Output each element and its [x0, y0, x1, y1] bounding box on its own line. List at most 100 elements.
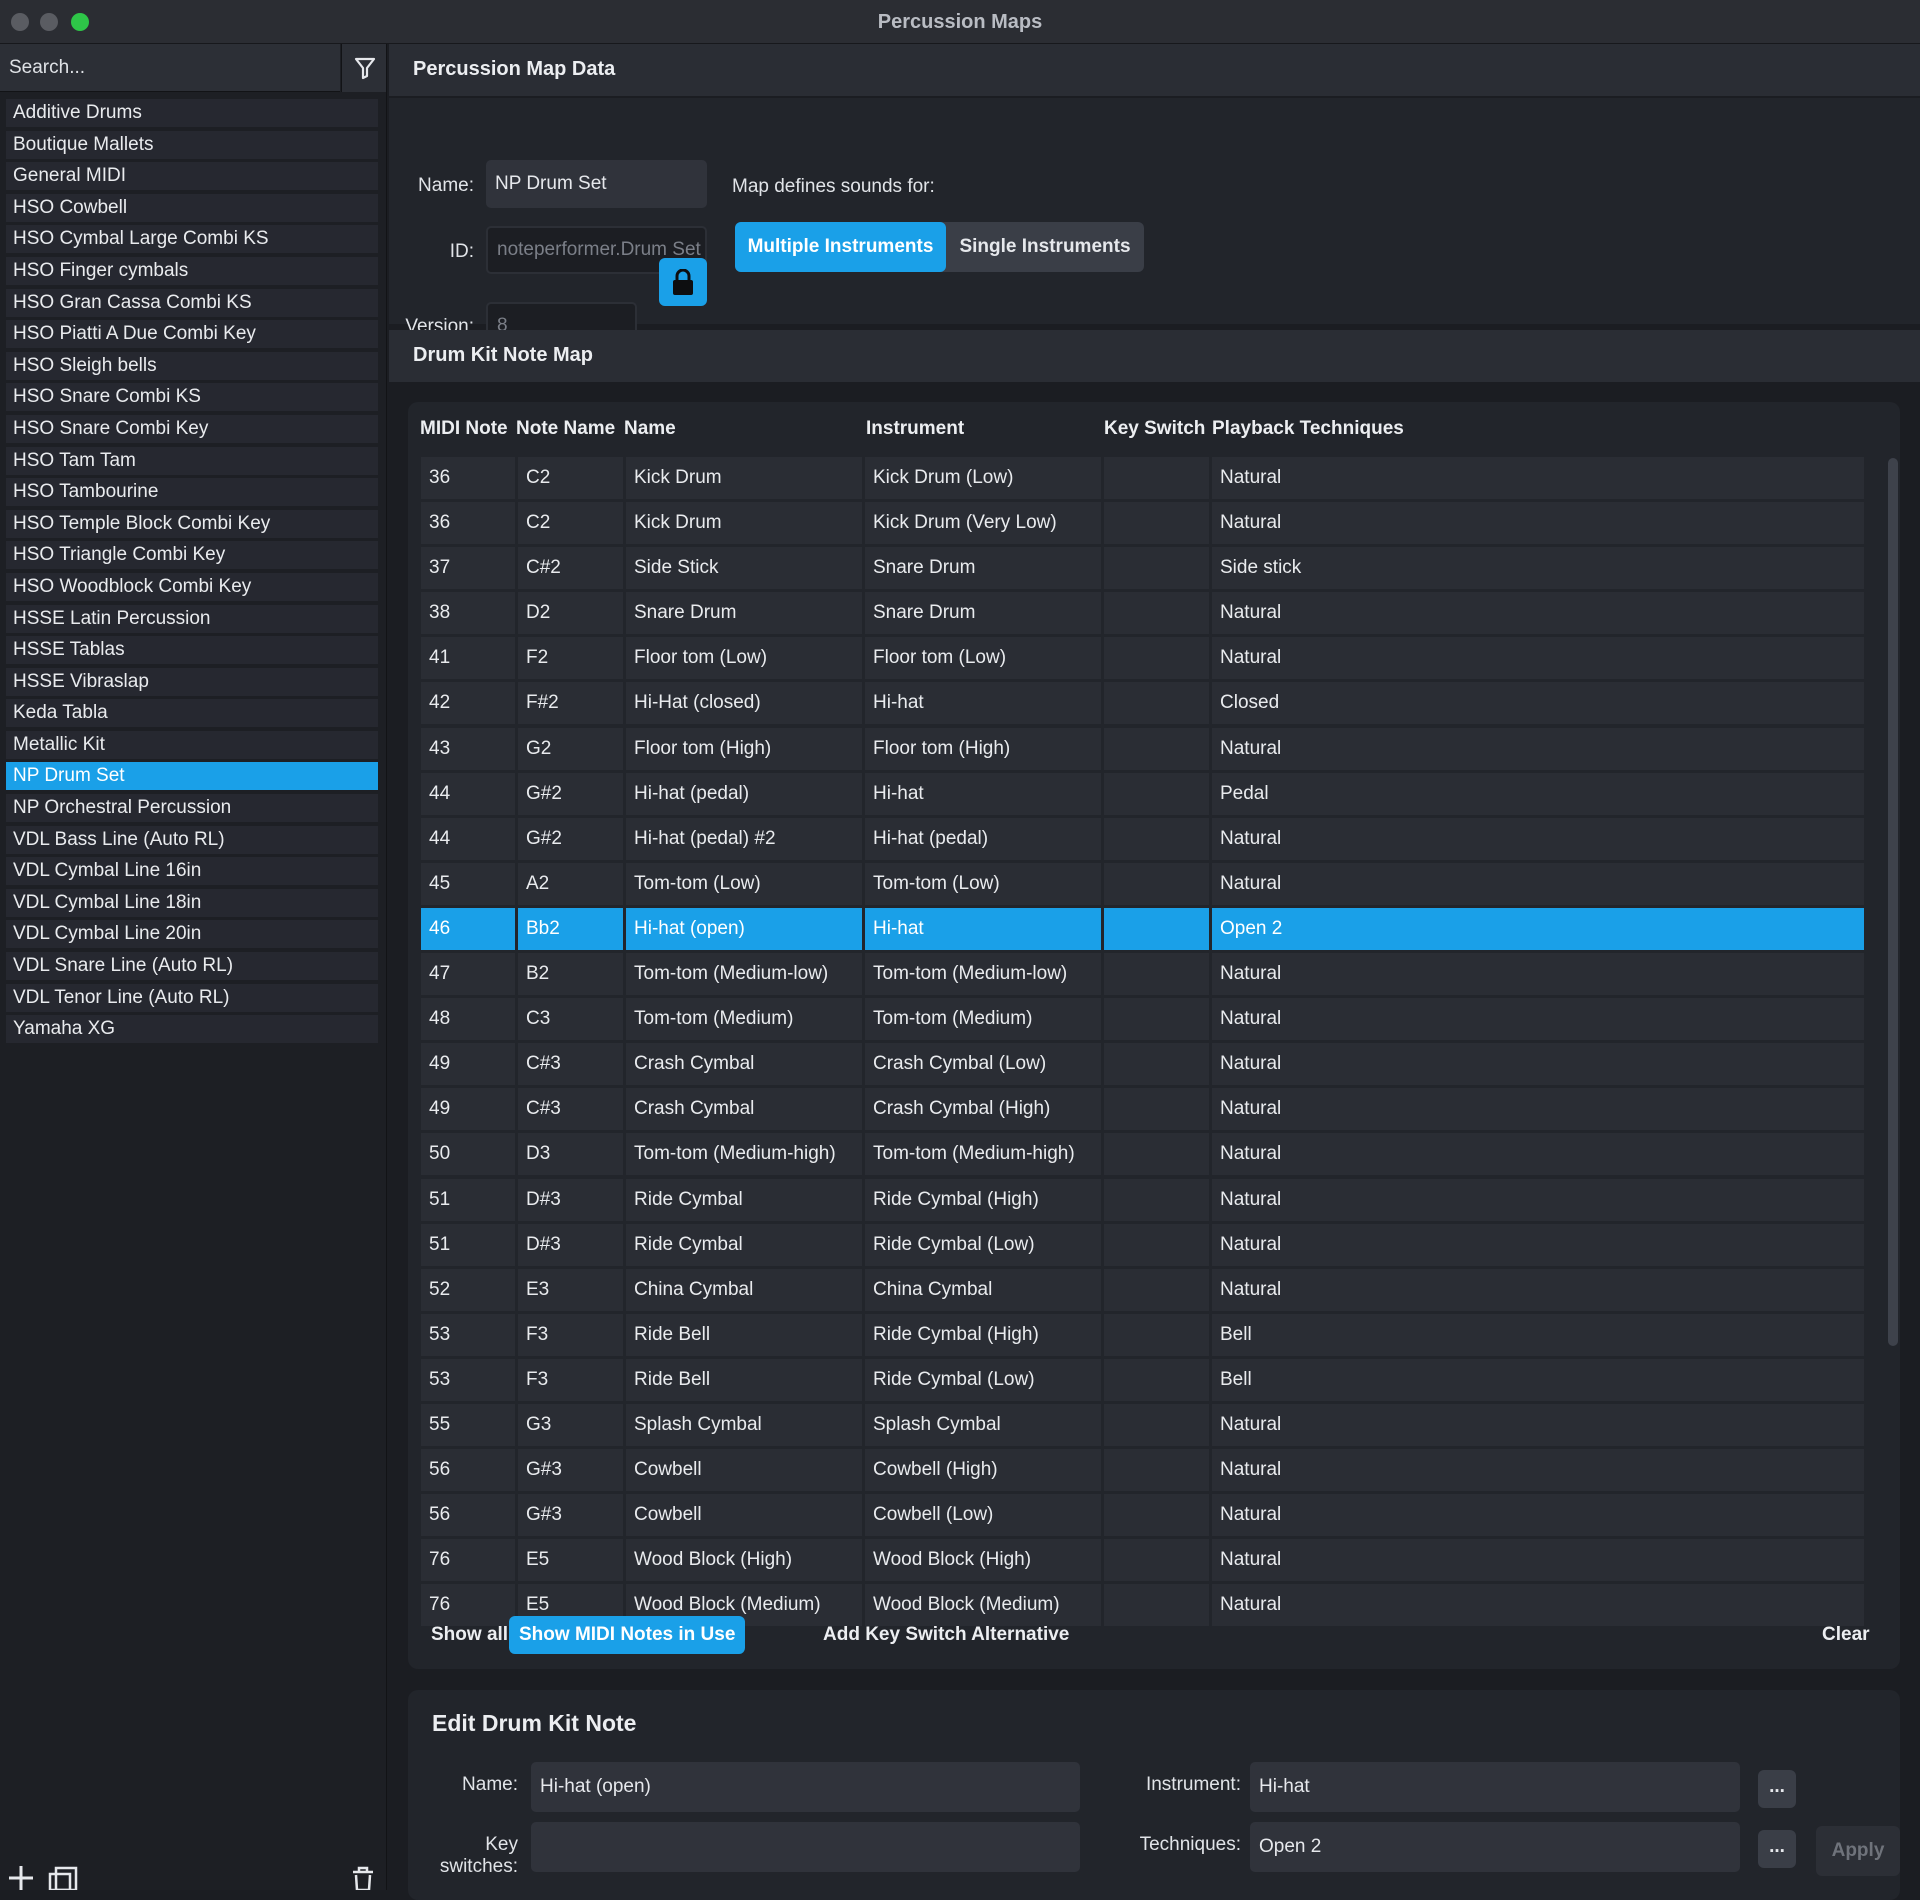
map-list-item[interactable]: HSO Sleigh bells [6, 351, 378, 380]
map-list-item[interactable]: VDL Tenor Line (Auto RL) [6, 983, 378, 1012]
clear-button[interactable]: Clear [1812, 1616, 1880, 1654]
add-key-switch-button[interactable]: Add Key Switch Alternative [813, 1616, 1079, 1654]
show-all-button[interactable]: Show all [421, 1616, 518, 1654]
search-input[interactable]: Search... [0, 44, 340, 92]
map-list-item[interactable]: HSO Tam Tam [6, 446, 378, 475]
map-list-item[interactable]: VDL Cymbal Line 20in [6, 920, 378, 949]
add-icon[interactable] [8, 1866, 34, 1890]
table-row[interactable]: 53 F3 Ride Bell Ride Cymbal (Low) Bell [421, 1358, 1864, 1401]
column-header[interactable]: Playback Techniques [1212, 418, 1404, 440]
map-list-item[interactable]: NP Orchestral Percussion [6, 794, 378, 823]
table-row[interactable]: 53 F3 Ride Bell Ride Cymbal (High) Bell [421, 1313, 1864, 1356]
table-row[interactable]: 51 D#3 Ride Cymbal Ride Cymbal (High) Natura… [421, 1178, 1864, 1221]
table-row[interactable]: 42 F#2 Hi-Hat (closed) Hi-hat Closed [421, 682, 1864, 725]
table-row[interactable]: 36 C2 Kick Drum Kick Drum (Very Low) Natural [421, 502, 1864, 545]
filter-button[interactable] [341, 44, 386, 92]
table-row[interactable]: 49 C#3 Crash Cymbal Crash Cymbal (High) Natu… [421, 1088, 1864, 1131]
column-header[interactable]: Key Switch [1104, 418, 1205, 440]
map-list-item[interactable]: HSSE Latin Percussion [6, 604, 378, 633]
map-list-item[interactable]: HSO Woodblock Combi Key [6, 572, 378, 601]
map-list-item[interactable]: VDL Bass Line (Auto RL) [6, 825, 378, 854]
table-row[interactable]: 37 C#2 Side Stick Snare Drum Side stick [421, 547, 1864, 590]
map-list-item[interactable]: HSO Snare Combi KS [6, 383, 378, 412]
map-list-item[interactable]: Keda Tabla [6, 699, 378, 728]
table-row[interactable]: 44 G#2 Hi-hat (pedal) #2 Hi-hat (pedal) Natu… [421, 817, 1864, 860]
map-list-item[interactable]: Yamaha XG [6, 1015, 378, 1044]
table-cell: 76 [421, 1539, 515, 1582]
id-label: ID: [449, 241, 474, 262]
column-header[interactable]: Name [624, 418, 676, 440]
column-header[interactable]: Note Name [516, 418, 615, 440]
map-list-item[interactable]: HSSE Vibraslap [6, 667, 378, 696]
table-row[interactable]: 50 D3 Tom-tom (Medium-high) Tom-tom (Medium… [421, 1133, 1864, 1176]
instrument-browse-button[interactable]: ... [1758, 1770, 1796, 1808]
techniques-field[interactable]: Open 2 [1250, 1822, 1740, 1872]
drum-kit-note-map-header: Drum Kit Note Map [389, 330, 1920, 382]
table-cell [1104, 1313, 1209, 1356]
map-list-item[interactable]: HSO Cowbell [6, 193, 378, 222]
map-list-item[interactable]: Boutique Mallets [6, 130, 378, 159]
table-row[interactable]: 36 C2 Kick Drum Kick Drum (Low) Natural [421, 457, 1864, 499]
table-row[interactable]: 48 C3 Tom-tom (Medium) Tom-tom (Medium) Natu… [421, 998, 1864, 1041]
table-cell [1104, 727, 1209, 770]
duplicate-icon[interactable] [48, 1866, 78, 1890]
table-row[interactable]: 46 Bb2 Hi-hat (open) Hi-hat Open 2 [421, 907, 1864, 950]
map-name-field[interactable]: NP Drum Set [486, 160, 707, 208]
map-list-item[interactable]: HSO Piatti A Due Combi Key [6, 320, 378, 349]
table-cell: C#2 [518, 547, 623, 590]
table-cell [1104, 682, 1209, 725]
table-row[interactable]: 56 G#3 Cowbell Cowbell (Low) Natural [421, 1494, 1864, 1537]
map-list-item[interactable]: HSO Gran Cassa Combi KS [6, 288, 378, 317]
table-cell [1104, 907, 1209, 950]
map-list-item[interactable]: HSO Temple Block Combi Key [6, 509, 378, 538]
table-cell [1104, 547, 1209, 590]
table-row[interactable]: 55 G3 Splash Cymbal Splash Cymbal Natural [421, 1403, 1864, 1446]
filter-icon [354, 57, 376, 80]
table-row[interactable]: 52 E3 China Cymbal China Cymbal Natural [421, 1268, 1864, 1311]
table-cell: Bell [1212, 1313, 1864, 1356]
column-header[interactable]: Instrument [866, 418, 964, 440]
note-name-label: Name: [462, 1774, 518, 1795]
multiple-instruments-button[interactable]: Multiple Instruments [735, 222, 946, 272]
table-cell: G#2 [518, 817, 623, 860]
table-row[interactable]: 43 G2 Floor tom (High) Floor tom (High) Natu… [421, 727, 1864, 770]
table-cell [1104, 1403, 1209, 1446]
table-cell: Natural [1212, 637, 1864, 680]
table-cell: B2 [518, 953, 623, 996]
table-cell: 41 [421, 637, 515, 680]
map-list-item[interactable]: VDL Cymbal Line 16in [6, 857, 378, 886]
table-row[interactable]: 76 E5 Wood Block (High) Wood Block (High) Na… [421, 1539, 1864, 1582]
map-list-item[interactable]: VDL Cymbal Line 18in [6, 888, 378, 917]
table-row[interactable]: 44 G#2 Hi-hat (pedal) Hi-hat Pedal [421, 772, 1864, 815]
show-midi-notes-in-use-button[interactable]: Show MIDI Notes in Use [509, 1616, 746, 1654]
map-list-item[interactable]: Metallic Kit [6, 730, 378, 759]
search-placeholder: Search... [9, 57, 86, 78]
table-row[interactable]: 51 D#3 Ride Cymbal Ride Cymbal (Low) Natural [421, 1223, 1864, 1266]
map-list-item[interactable]: NP Drum Set [6, 762, 378, 791]
table-scrollbar[interactable] [1888, 458, 1898, 1346]
table-row[interactable]: 45 A2 Tom-tom (Low) Tom-tom (Low) Natural [421, 862, 1864, 905]
map-list-item[interactable]: HSO Finger cymbals [6, 256, 378, 285]
single-instruments-button[interactable]: Single Instruments [946, 222, 1144, 272]
instrument-field[interactable]: Hi-hat [1250, 1762, 1740, 1812]
delete-icon[interactable] [350, 1866, 376, 1890]
map-list-item[interactable]: HSO Triangle Combi Key [6, 541, 378, 570]
table-row[interactable]: 49 C#3 Crash Cymbal Crash Cymbal (Low) Natur… [421, 1043, 1864, 1086]
map-list-item[interactable]: General MIDI [6, 162, 378, 191]
table-row[interactable]: 47 B2 Tom-tom (Medium-low) Tom-tom (Medium-… [421, 953, 1864, 996]
table-row[interactable]: 41 F2 Floor tom (Low) Floor tom (Low) Natura… [421, 637, 1864, 680]
map-list-item[interactable]: HSSE Tablas [6, 636, 378, 665]
sidebar-toolbar [0, 1866, 386, 1890]
lock-button[interactable] [659, 258, 707, 306]
map-list-item[interactable]: HSO Cymbal Large Combi KS [6, 225, 378, 254]
map-list-item[interactable]: HSO Tambourine [6, 478, 378, 507]
map-list-item[interactable]: VDL Snare Line (Auto RL) [6, 952, 378, 981]
table-row[interactable]: 38 D2 Snare Drum Snare Drum Natural [421, 592, 1864, 635]
techniques-browse-button[interactable]: ... [1758, 1830, 1796, 1868]
map-list-item[interactable]: Additive Drums [6, 99, 378, 127]
table-row[interactable]: 56 G#3 Cowbell Cowbell (High) Natural [421, 1449, 1864, 1492]
table-cell: Hi-hat (open) [626, 907, 862, 950]
column-header[interactable]: MIDI Note [420, 418, 508, 440]
map-list-item[interactable]: HSO Snare Combi Key [6, 414, 378, 443]
apply-button[interactable]: Apply [1816, 1826, 1900, 1876]
